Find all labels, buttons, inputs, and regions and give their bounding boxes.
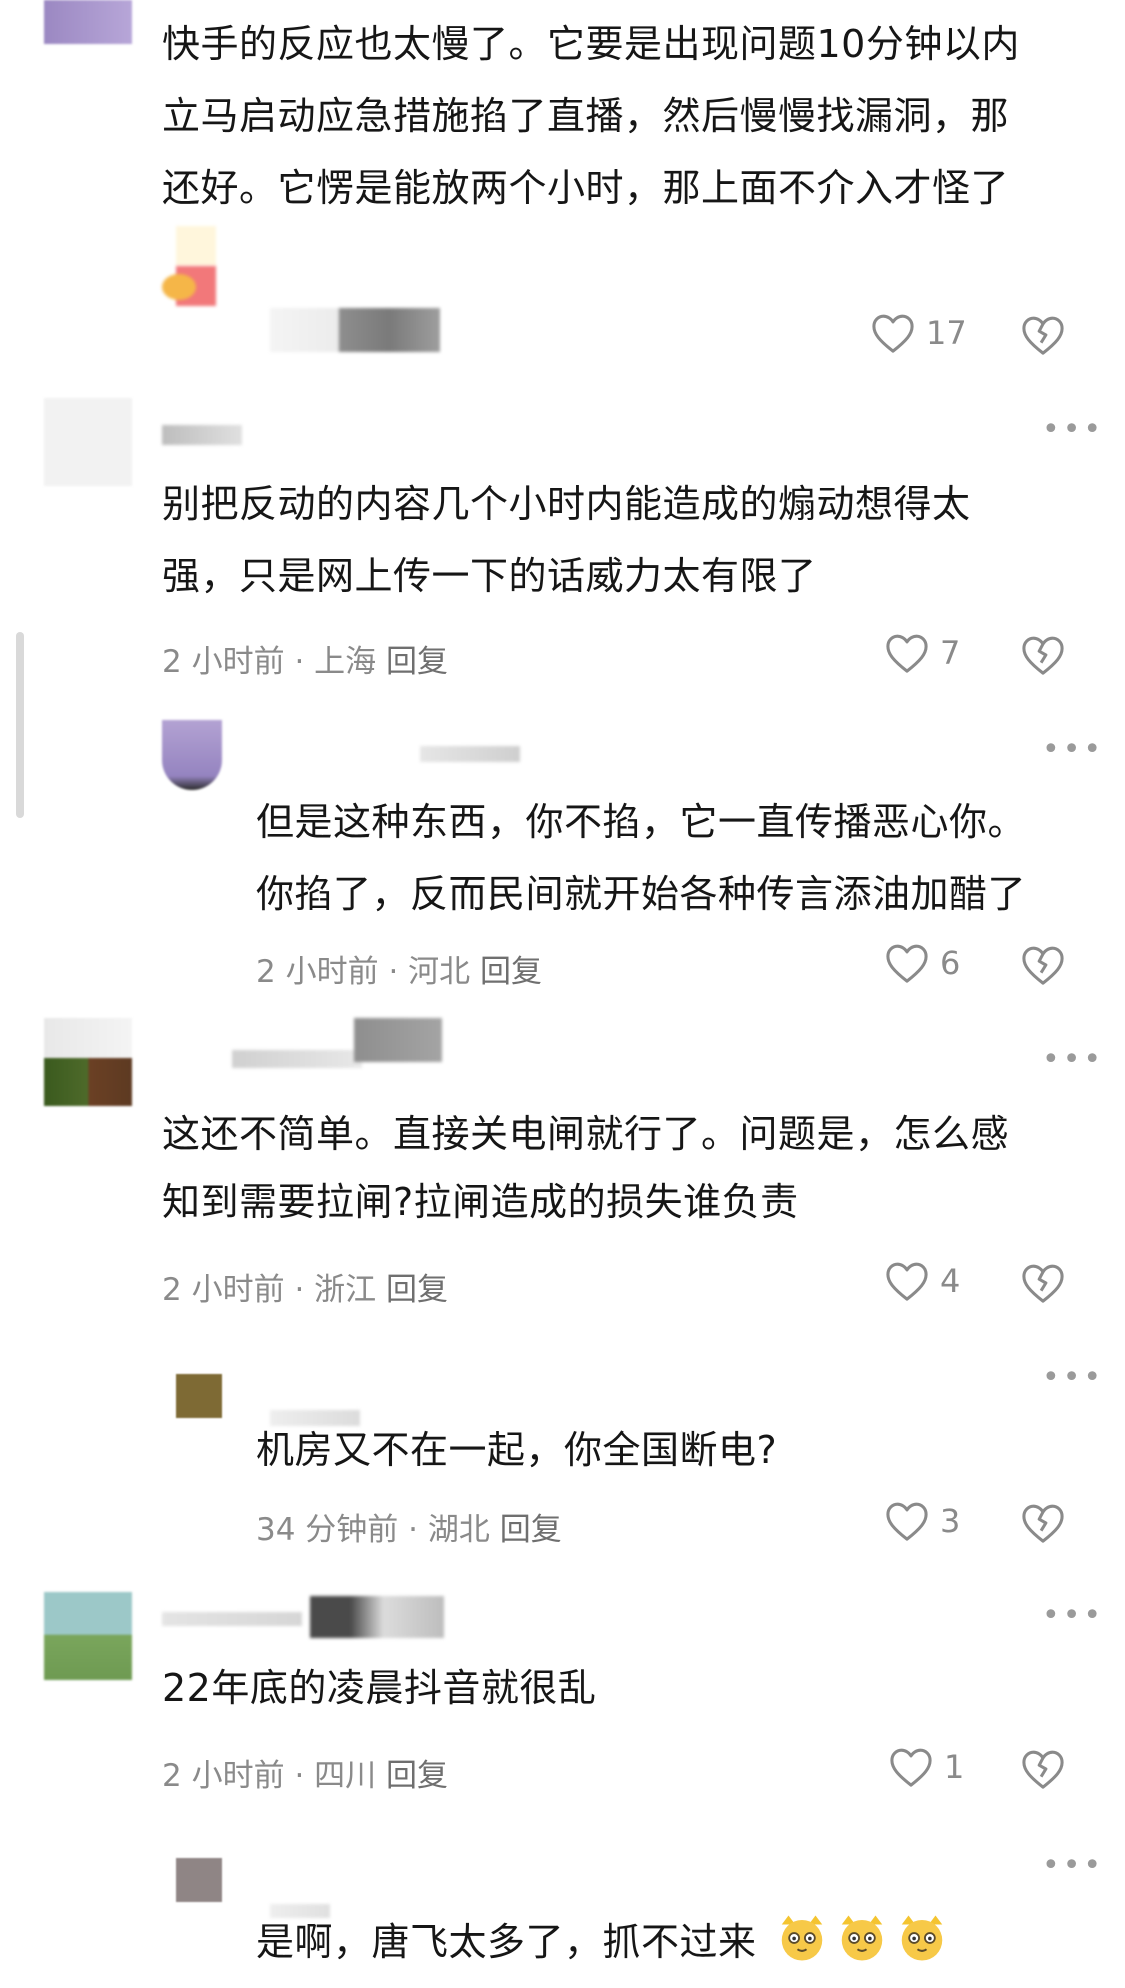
comment-location: 上海 (314, 644, 377, 680)
like-button[interactable]: 7 (884, 632, 960, 674)
broken-heart-icon (1020, 636, 1066, 680)
more-dots-icon[interactable]: ••• (1042, 1851, 1104, 1881)
comment-text-line: 你掐了，反而民间就开始各种传言添油加醋了 (256, 872, 1027, 916)
comment-text-line: 快手的反应也太慢了。它要是出现问题10分钟以内 (162, 22, 1020, 66)
cat-emoji-icon (895, 1911, 949, 1965)
heart-outline-icon (870, 312, 916, 354)
comment-location: 河北 (408, 954, 471, 990)
like-button[interactable]: 6 (884, 942, 960, 984)
comment-text-line: 强，只是网上传一下的话威力太有限了 (162, 554, 817, 598)
comment-time: 2 小时前 (162, 1272, 285, 1308)
comment-text-line: 别把反动的内容几个小时内能造成的煽动想得太 (162, 482, 971, 526)
avatar[interactable] (162, 720, 222, 790)
username[interactable] (232, 1050, 362, 1068)
comment-text-line: 22年底的凌晨抖音就很乱 (162, 1666, 597, 1710)
avatar[interactable] (44, 1018, 132, 1106)
like-count: 6 (940, 944, 961, 982)
comment-meta: 2 小时前 · 上海 回复 (162, 644, 449, 680)
dislike-button[interactable] (1020, 1262, 1066, 1308)
comment-time: 2 小时前 (162, 1758, 285, 1794)
dislike-button[interactable] (1020, 944, 1066, 990)
comment-location: 四川 (314, 1758, 377, 1794)
more-dots-icon[interactable]: ••• (1042, 735, 1104, 765)
comment-text-line: 机房又不在一起，你全国断电? (256, 1428, 778, 1472)
comment-text-line: 还好。它愣是能放两个小时，那上面不介入才怪了 (162, 166, 1010, 210)
username[interactable] (162, 1612, 302, 1626)
like-count: 17 (926, 314, 967, 352)
like-count: 7 (940, 634, 961, 672)
username[interactable] (162, 425, 242, 445)
more-dots-icon[interactable]: ••• (1042, 1363, 1104, 1393)
reply-button[interactable]: 回复 (386, 644, 448, 680)
dislike-button[interactable] (1020, 634, 1066, 680)
comment-meta: 2 小时前 · 浙江 回复 (162, 1272, 449, 1308)
more-dots-icon[interactable]: ••• (1042, 415, 1104, 445)
comment-location: 浙江 (314, 1272, 377, 1308)
username-badge (310, 1596, 444, 1638)
comment-text-line: 知到需要拉闸?拉闸造成的损失谁负责 (162, 1180, 799, 1224)
like-button[interactable]: 4 (884, 1260, 960, 1302)
heart-outline-icon (884, 942, 930, 984)
avatar[interactable] (176, 1858, 222, 1902)
comment-text-line: 是啊，唐飞太多了，抓不过来 (256, 1906, 949, 1978)
avatar[interactable] (44, 398, 132, 486)
sticker-image (162, 226, 222, 310)
broken-heart-icon (1020, 1504, 1066, 1548)
comment-text-line: 立马启动应急措施掐了直播，然后慢慢找漏洞，那 (162, 94, 1010, 138)
dislike-button[interactable] (1020, 1502, 1066, 1548)
reply-button[interactable]: 回复 (386, 1758, 448, 1794)
like-button[interactable]: 17 (870, 312, 967, 354)
broken-heart-icon (1020, 1264, 1066, 1308)
comment-meta: 34 分钟前 · 湖北 回复 (256, 1512, 562, 1548)
cat-emoji-icon (775, 1911, 829, 1965)
heart-outline-icon (884, 1500, 930, 1542)
more-dots-icon[interactable]: ••• (1042, 1601, 1104, 1631)
broken-heart-icon (1020, 946, 1066, 990)
reply-button[interactable]: 回复 (480, 954, 542, 990)
avatar[interactable] (44, 1592, 132, 1680)
like-count: 1 (944, 1748, 965, 1786)
heart-outline-icon (888, 1746, 934, 1788)
broken-heart-icon (1020, 316, 1066, 360)
comment-time: 34 分钟前 (256, 1512, 399, 1548)
heart-outline-icon (884, 632, 930, 674)
comment-time: 2 小时前 (162, 644, 285, 680)
username[interactable] (420, 746, 520, 762)
comment-text-line: 但是这种东西，你不掐，它一直传播恶心你。 (256, 800, 1027, 844)
reply-button[interactable]: 回复 (500, 1512, 562, 1548)
dislike-button[interactable] (1020, 1748, 1066, 1794)
avatar[interactable] (44, 0, 132, 44)
avatar[interactable] (176, 1374, 222, 1418)
like-count: 3 (940, 1502, 961, 1540)
comment-meta: 2 小时前 · 河北 回复 (256, 954, 543, 990)
like-button[interactable]: 3 (884, 1500, 960, 1542)
comment-location: 湖北 (427, 1512, 490, 1548)
scrollbar[interactable] (16, 632, 24, 818)
blurred-meta (270, 308, 440, 352)
heart-outline-icon (884, 1260, 930, 1302)
comment-time: 2 小时前 (256, 954, 379, 990)
like-count: 4 (940, 1262, 961, 1300)
cat-emoji-icon (835, 1911, 889, 1965)
comment-meta: 2 小时前 · 四川 回复 (162, 1758, 449, 1794)
comment-text-line: 这还不简单。直接关电闸就行了。问题是，怎么感 (162, 1112, 1010, 1156)
more-dots-icon[interactable]: ••• (1042, 1045, 1104, 1075)
broken-heart-icon (1020, 1750, 1066, 1794)
username-badge (354, 1018, 442, 1062)
like-button[interactable]: 1 (888, 1746, 964, 1788)
dislike-button[interactable] (1020, 314, 1066, 360)
reply-button[interactable]: 回复 (386, 1272, 448, 1308)
